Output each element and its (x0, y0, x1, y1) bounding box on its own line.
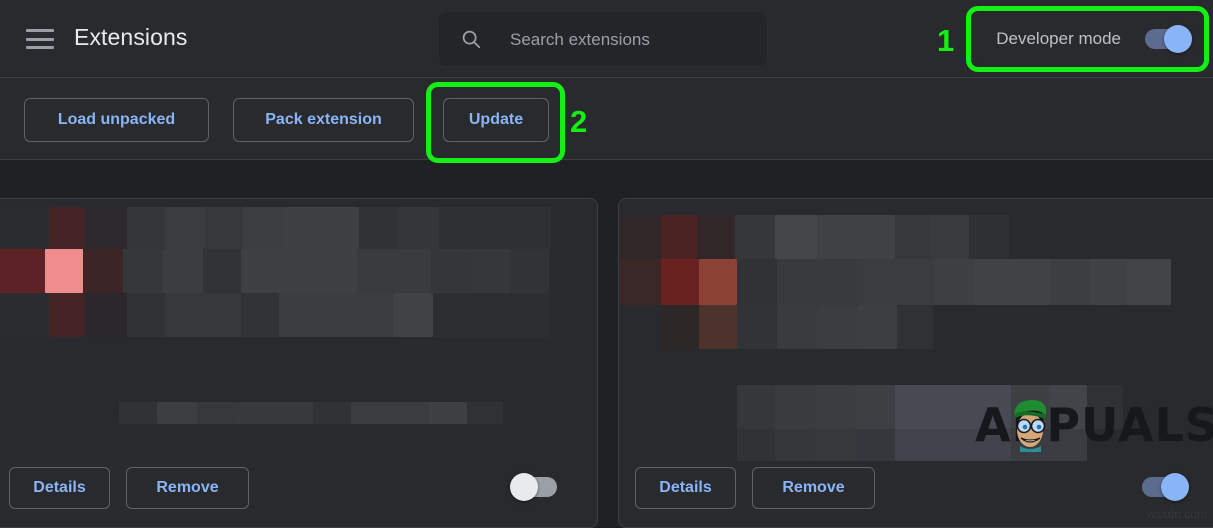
update-button[interactable]: Update (443, 98, 549, 142)
extension-card-footer: Details Remove (619, 451, 1213, 527)
search-bar[interactable] (438, 11, 768, 69)
page-header: Extensions Developer mode (0, 0, 1213, 78)
developer-mode-label: Developer mode (996, 29, 1121, 48)
remove-button[interactable]: Remove (752, 467, 875, 509)
pack-extension-button[interactable]: Pack extension (233, 98, 414, 142)
toggle-knob (1161, 473, 1189, 501)
search-icon (462, 30, 481, 49)
search-input[interactable] (508, 11, 762, 69)
extension-card: Details Remove (618, 198, 1213, 528)
extensions-page: Extensions Developer mode Load unpacked … (0, 0, 1213, 528)
hamburger-line (26, 46, 54, 49)
extension-enable-toggle[interactable] (510, 473, 557, 501)
extension-enable-toggle[interactable] (1142, 473, 1189, 501)
extensions-grid: Details Remove Details Remove (0, 161, 1213, 528)
extension-card: Details Remove (0, 198, 598, 528)
developer-mode-toggle[interactable] (1145, 25, 1192, 53)
details-button[interactable]: Details (9, 467, 110, 509)
extensions-toolbar: Load unpacked Pack extension Update (0, 78, 1213, 160)
remove-button[interactable]: Remove (126, 467, 249, 509)
developer-mode-container: Developer mode (976, 10, 1205, 68)
hamburger-line (26, 29, 54, 32)
details-button[interactable]: Details (635, 467, 736, 509)
hamburger-menu-icon[interactable] (26, 27, 54, 51)
toggle-knob (1164, 25, 1192, 53)
toggle-knob (510, 473, 538, 501)
load-unpacked-button[interactable]: Load unpacked (24, 98, 209, 142)
hamburger-line (26, 37, 54, 41)
extension-card-footer: Details Remove (0, 451, 597, 527)
page-title: Extensions (74, 24, 188, 50)
